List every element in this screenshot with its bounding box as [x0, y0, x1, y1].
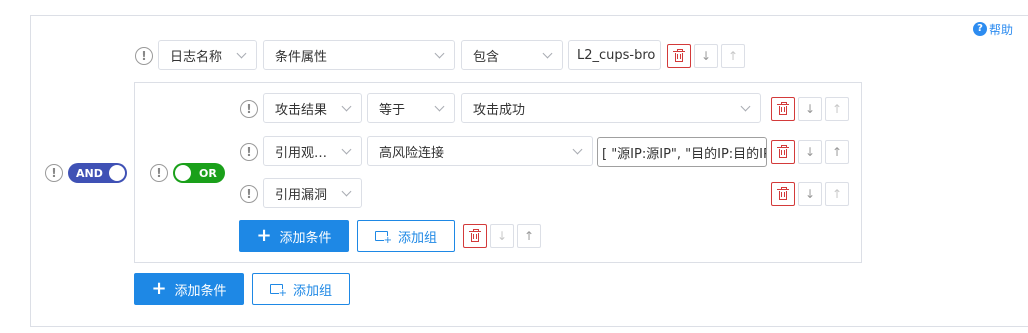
mapping-input[interactable]: [ "源IP:源IP", "目的IP:目的IP" ] — [597, 137, 767, 167]
help-link[interactable]: ? 帮助 — [973, 21, 1013, 37]
trash-icon — [777, 187, 789, 200]
root-info-icon[interactable]: ! — [45, 164, 63, 182]
add-condition-label: 添加条件 — [174, 283, 227, 299]
help-label: 帮助 — [989, 22, 1014, 37]
chevron-down-icon — [341, 101, 352, 111]
add-group-button[interactable]: 添加组 — [252, 273, 350, 305]
delete-button[interactable] — [771, 140, 795, 164]
folder-add-icon — [374, 231, 392, 246]
add-group-label: 添加组 — [397, 230, 437, 246]
arrow-up-icon: ↑ — [727, 49, 739, 63]
value-input[interactable]: L2_cups-bro — [568, 40, 661, 70]
group-delete-button[interactable] — [463, 224, 487, 248]
toggle-knob — [108, 165, 125, 181]
move-up-button[interactable]: ↑ — [825, 97, 849, 121]
trash-icon — [777, 145, 789, 158]
arrow-up-icon: ↑ — [831, 145, 843, 159]
condition-info-icon[interactable]: ! — [240, 185, 258, 203]
chevron-down-icon — [542, 48, 553, 58]
operator-select[interactable]: 包含 — [461, 40, 563, 70]
group-info-icon[interactable]: ! — [150, 164, 168, 182]
reference-select[interactable]: 高风险连接 — [367, 136, 593, 166]
add-condition-button[interactable]: + 添加条件 — [134, 273, 244, 305]
group-or-toggle[interactable]: OR — [173, 163, 225, 183]
root-and-toggle[interactable]: AND — [68, 163, 127, 183]
operator-select-value: 等于 — [379, 102, 406, 118]
chevron-down-icon — [572, 144, 583, 154]
attribute-select-value: 条件属性 — [275, 49, 328, 65]
move-up-button[interactable]: ↑ — [825, 182, 849, 206]
chevron-down-icon — [341, 144, 352, 154]
field-select-value: 引用漏洞 — [275, 187, 328, 203]
move-down-button[interactable]: ↓ — [798, 182, 822, 206]
field-select[interactable]: 日志名称 — [158, 40, 257, 70]
add-condition-label: 添加条件 — [279, 230, 332, 246]
move-up-button[interactable]: ↑ — [825, 140, 849, 164]
arrow-down-icon: ↓ — [700, 49, 712, 63]
add-group-label: 添加组 — [292, 283, 332, 299]
chevron-down-icon — [740, 101, 751, 111]
delete-button[interactable] — [771, 97, 795, 121]
group-move-down-button[interactable]: ↓ — [490, 224, 514, 248]
condition-info-icon[interactable]: ! — [135, 47, 153, 65]
condition-info-icon[interactable]: ! — [240, 100, 258, 118]
arrow-down-icon: ↓ — [804, 145, 816, 159]
field-select-value: 日志名称 — [170, 49, 223, 65]
help-icon: ? — [973, 22, 987, 36]
arrow-down-icon: ↓ — [496, 229, 508, 243]
trash-icon — [469, 229, 481, 242]
arrow-up-icon: ↑ — [523, 229, 535, 243]
value-select[interactable]: 攻击成功 — [461, 93, 761, 123]
trash-icon — [777, 102, 789, 115]
attribute-select[interactable]: 条件属性 — [263, 40, 455, 70]
chevron-down-icon — [236, 48, 247, 58]
operator-select-value: 包含 — [473, 49, 500, 65]
condition-info-icon[interactable]: ! — [240, 143, 258, 161]
arrow-up-icon: ↑ — [831, 187, 843, 201]
value-input-text: L2_cups-bro — [577, 47, 656, 63]
toggle-knob — [175, 165, 191, 181]
delete-button[interactable] — [667, 44, 691, 68]
value-select-value: 攻击成功 — [473, 102, 526, 118]
chevron-down-icon — [434, 48, 445, 58]
reference-select-value: 高风险连接 — [379, 145, 445, 161]
arrow-down-icon: ↓ — [804, 102, 816, 116]
group-add-condition-button[interactable]: + 添加条件 — [239, 220, 349, 252]
and-label: AND — [76, 166, 103, 180]
field-select[interactable]: 引用观… — [263, 136, 362, 166]
field-select[interactable]: 攻击结果 — [263, 93, 362, 123]
plus-icon: + — [256, 225, 272, 246]
field-select-value: 引用观… — [275, 145, 328, 161]
mapping-input-text: [ "源IP:源IP", "目的IP:目的IP" ] — [602, 146, 766, 162]
group-move-up-button[interactable]: ↑ — [517, 224, 541, 248]
or-label: OR — [199, 166, 217, 180]
chevron-down-icon — [434, 101, 445, 111]
chevron-down-icon — [341, 186, 352, 196]
move-down-button[interactable]: ↓ — [694, 44, 718, 68]
arrow-down-icon: ↓ — [804, 187, 816, 201]
folder-add-icon — [269, 284, 287, 299]
move-down-button[interactable]: ↓ — [798, 97, 822, 121]
trash-icon — [673, 49, 685, 62]
field-select[interactable]: 引用漏洞 — [263, 178, 362, 208]
delete-button[interactable] — [771, 182, 795, 206]
move-up-button[interactable]: ↑ — [721, 44, 745, 68]
move-down-button[interactable]: ↓ — [798, 140, 822, 164]
group-add-group-button[interactable]: 添加组 — [357, 220, 455, 252]
operator-select[interactable]: 等于 — [367, 93, 455, 123]
arrow-up-icon: ↑ — [831, 102, 843, 116]
plus-icon: + — [151, 278, 167, 299]
field-select-value: 攻击结果 — [275, 102, 328, 118]
